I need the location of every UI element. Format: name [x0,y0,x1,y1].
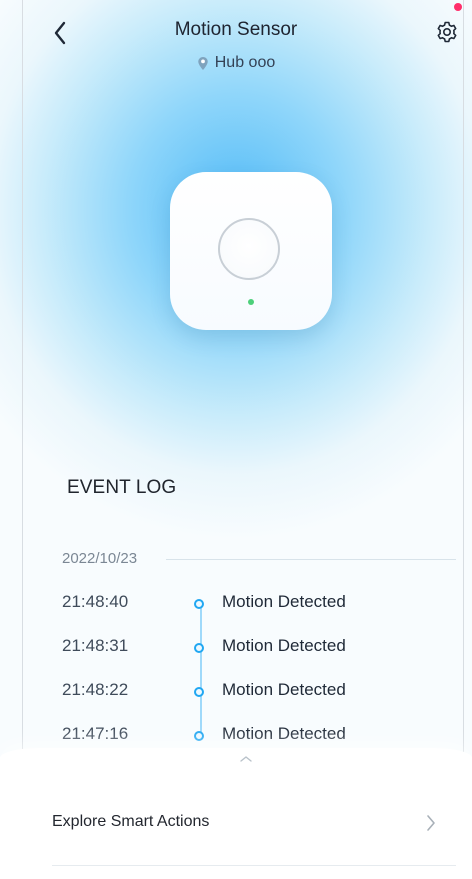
event-log-title: EVENT LOG [67,477,177,498]
event-row: 21:48:22 Motion Detected [62,680,422,704]
event-row: 21:48:31 Motion Detected [62,636,422,660]
location-subtitle: Hub ooo [0,54,472,72]
event-label: Motion Detected [222,680,346,699]
header: Motion Sensor Hub ooo [0,0,472,90]
event-log-date-row: 2022/10/23 [62,550,456,568]
settings-button[interactable] [430,15,464,49]
timeline-dot-icon [194,731,204,741]
bottom-divider [52,865,456,866]
event-time: 21:48:22 [62,680,129,699]
event-log-date: 2022/10/23 [62,550,138,567]
event-row: 21:48:40 Motion Detected [62,592,422,616]
event-time: 21:48:40 [62,592,129,611]
gear-icon [437,21,457,43]
notification-dot [454,3,462,11]
event-label: Motion Detected [222,592,346,611]
map-pin-icon [198,56,208,70]
device-card [170,172,332,330]
explore-smart-actions-row[interactable]: Explore Smart Actions [52,811,442,837]
bottom-sheet: Explore Smart Actions [0,748,472,879]
location-name: Hub ooo [214,54,276,71]
chevron-up-icon[interactable] [238,754,254,764]
screen: Motion Sensor Hub ooo EVENT LOG 2022/10/… [0,0,472,879]
event-time: 21:48:31 [62,636,129,655]
event-row: 21:47:16 Motion Detected [62,724,422,748]
left-frame-border [22,0,23,879]
status-led [248,299,254,305]
page-title: Motion Sensor [174,19,298,40]
right-frame-border [463,0,464,879]
event-time: 21:47:16 [62,724,129,743]
explore-smart-actions-label: Explore Smart Actions [52,813,210,830]
timeline-dot-icon [194,599,204,609]
chevron-right-icon [427,815,435,831]
timeline-dot-icon [194,643,204,653]
timeline-dot-icon [194,687,204,697]
motion-sensor-lens [218,218,280,280]
event-label: Motion Detected [222,636,346,655]
timeline-line [200,607,202,737]
date-divider [166,559,456,560]
event-label: Motion Detected [222,724,346,743]
